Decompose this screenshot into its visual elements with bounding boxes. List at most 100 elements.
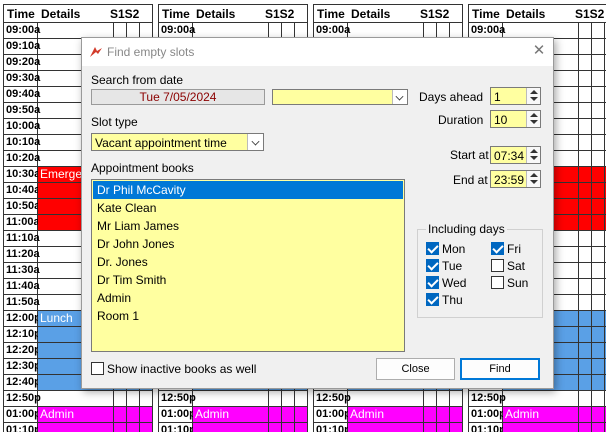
- time-slot-row[interactable]: 01:10p: [314, 423, 462, 432]
- duration-label: Duration: [438, 113, 484, 127]
- spin-up-icon[interactable]: [530, 149, 538, 153]
- search-from-date-field[interactable]: Tue 7/05/2024: [91, 89, 265, 105]
- day-checkbox-wed[interactable]: [426, 276, 439, 289]
- column-header-time: Time: [162, 7, 190, 21]
- day-label-thu: Thu: [442, 293, 463, 307]
- time-slot-row[interactable]: 12:50p: [469, 391, 606, 407]
- duration-spinner[interactable]: 10: [490, 110, 541, 128]
- time-label: 12:20p: [6, 344, 41, 356]
- including-days-group: Including days Mon Tue Wed Thu Fri Sat Sun: [417, 222, 543, 318]
- time-label: 09:00a: [316, 24, 351, 36]
- time-label: 01:10p: [471, 424, 506, 432]
- time-slot-row[interactable]: 01:00p Admin: [469, 407, 606, 423]
- time-label: 01:10p: [316, 424, 351, 432]
- time-slot-row[interactable]: 12:50p: [4, 391, 152, 407]
- column-header-s1s2: S1S2: [265, 7, 295, 21]
- appointment-book-item[interactable]: Admin: [93, 289, 403, 307]
- find-empty-slots-dialog: Find empty slots ✕ Search from date Tue …: [81, 37, 554, 389]
- chevron-down-icon[interactable]: [392, 90, 407, 104]
- start-at-time[interactable]: 07:34: [490, 146, 541, 164]
- including-days-label: Including days: [426, 222, 507, 236]
- appointment-books-list[interactable]: Dr Phil McCavity Kate Clean Mr Liam James D…: [91, 179, 405, 352]
- time-label: 12:50p: [316, 392, 351, 404]
- show-inactive-label: Show inactive books as well: [107, 362, 257, 376]
- find-button[interactable]: Find: [460, 358, 540, 380]
- time-label: 10:10a: [6, 136, 41, 148]
- appointment-book-item[interactable]: Dr. Jones: [93, 253, 403, 271]
- time-label: 10:00a: [6, 120, 41, 132]
- time-label: 01:00p: [6, 408, 41, 420]
- slot-type-select[interactable]: Vacant appointment time: [91, 133, 264, 151]
- day-checkbox-sat[interactable]: [491, 259, 504, 272]
- day-checkbox-sun[interactable]: [491, 276, 504, 289]
- appointment-book-item[interactable]: Room 1: [93, 307, 403, 325]
- time-slot-row[interactable]: 01:00p Admin: [159, 407, 307, 423]
- appointment-books-label: Appointment books: [91, 161, 194, 175]
- slot-type-label: Slot type: [91, 115, 138, 129]
- day-label-fri: Fri: [507, 242, 521, 256]
- time-label: 12:00p: [6, 312, 41, 324]
- time-label: 01:10p: [161, 424, 196, 432]
- time-slot-row[interactable]: 01:00p Admin: [314, 407, 462, 423]
- dialog-title-bar: Find empty slots ✕: [82, 38, 553, 66]
- spin-up-icon[interactable]: [530, 113, 538, 117]
- time-label: 10:50a: [6, 200, 41, 212]
- time-slot-row[interactable]: 12:50p: [159, 391, 307, 407]
- time-label: 11:20a: [6, 248, 40, 260]
- appointment-book-item[interactable]: Dr Tim Smith: [93, 271, 403, 289]
- app-logo-icon: [90, 47, 102, 57]
- time-label: 10:40a: [6, 184, 41, 196]
- appointment-book-item[interactable]: Kate Clean: [93, 199, 403, 217]
- appointment-book-item[interactable]: Mr Liam James: [93, 217, 403, 235]
- time-label: 09:00a: [6, 24, 41, 36]
- time-slot-row[interactable]: 01:10p: [159, 423, 307, 432]
- time-label: 11:10a: [6, 232, 40, 244]
- time-label: 09:00a: [161, 24, 196, 36]
- column-header-details: Details: [506, 7, 546, 21]
- close-button[interactable]: Close: [376, 358, 455, 380]
- date-picker-dropdown[interactable]: [272, 89, 408, 105]
- chevron-down-icon[interactable]: [247, 134, 263, 150]
- column-header-time: Time: [472, 7, 500, 21]
- show-inactive-checkbox[interactable]: [91, 362, 104, 375]
- time-label: 12:30p: [6, 360, 41, 372]
- time-label: 11:30a: [6, 264, 40, 276]
- time-slot-row[interactable]: 01:10p: [469, 423, 606, 432]
- days-ahead-label: Days ahead: [419, 90, 484, 104]
- time-label: 11:00a: [6, 216, 40, 228]
- spin-down-icon[interactable]: [530, 120, 538, 124]
- time-label: 09:10a: [6, 40, 41, 52]
- column-header: Time Details S1S2: [159, 5, 307, 23]
- time-slot-row[interactable]: 01:00p Admin: [4, 407, 152, 423]
- column-header-details: Details: [351, 7, 391, 21]
- spin-up-icon[interactable]: [530, 90, 538, 94]
- day-checkbox-tue[interactable]: [426, 259, 439, 272]
- time-label: 01:00p: [316, 408, 351, 420]
- spin-down-icon[interactable]: [530, 156, 538, 160]
- day-checkbox-fri[interactable]: [491, 242, 504, 255]
- spin-down-icon[interactable]: [530, 180, 538, 184]
- day-checkbox-thu[interactable]: [426, 293, 439, 306]
- slot-type-value: Vacant appointment time: [95, 136, 227, 150]
- appointment-book-item[interactable]: Dr John Jones: [93, 235, 403, 253]
- spin-down-icon[interactable]: [530, 97, 538, 101]
- time-label: 10:30a: [6, 168, 41, 180]
- close-icon[interactable]: ✕: [529, 42, 549, 60]
- time-label: 12:50p: [161, 392, 196, 404]
- end-at-value: 23:59: [494, 173, 525, 187]
- time-slot-row[interactable]: 12:50p: [314, 391, 462, 407]
- day-checkbox-mon[interactable]: [426, 242, 439, 255]
- day-label-sun: Sun: [507, 276, 529, 290]
- time-label: 09:20a: [6, 56, 41, 68]
- appointment-book-item[interactable]: Dr Phil McCavity: [93, 181, 403, 199]
- time-slot-row[interactable]: 01:10p: [4, 423, 152, 432]
- spin-up-icon[interactable]: [530, 173, 538, 177]
- column-header-time: Time: [317, 7, 345, 21]
- day-label-wed: Wed: [442, 276, 467, 290]
- column-header-s1s2: S1S2: [420, 7, 450, 21]
- days-ahead-spinner[interactable]: 1: [490, 87, 541, 105]
- search-from-date-label: Search from date: [91, 73, 184, 87]
- day-label-mon: Mon: [442, 242, 466, 256]
- time-label: 09:00a: [471, 24, 506, 36]
- end-at-time[interactable]: 23:59: [490, 170, 541, 188]
